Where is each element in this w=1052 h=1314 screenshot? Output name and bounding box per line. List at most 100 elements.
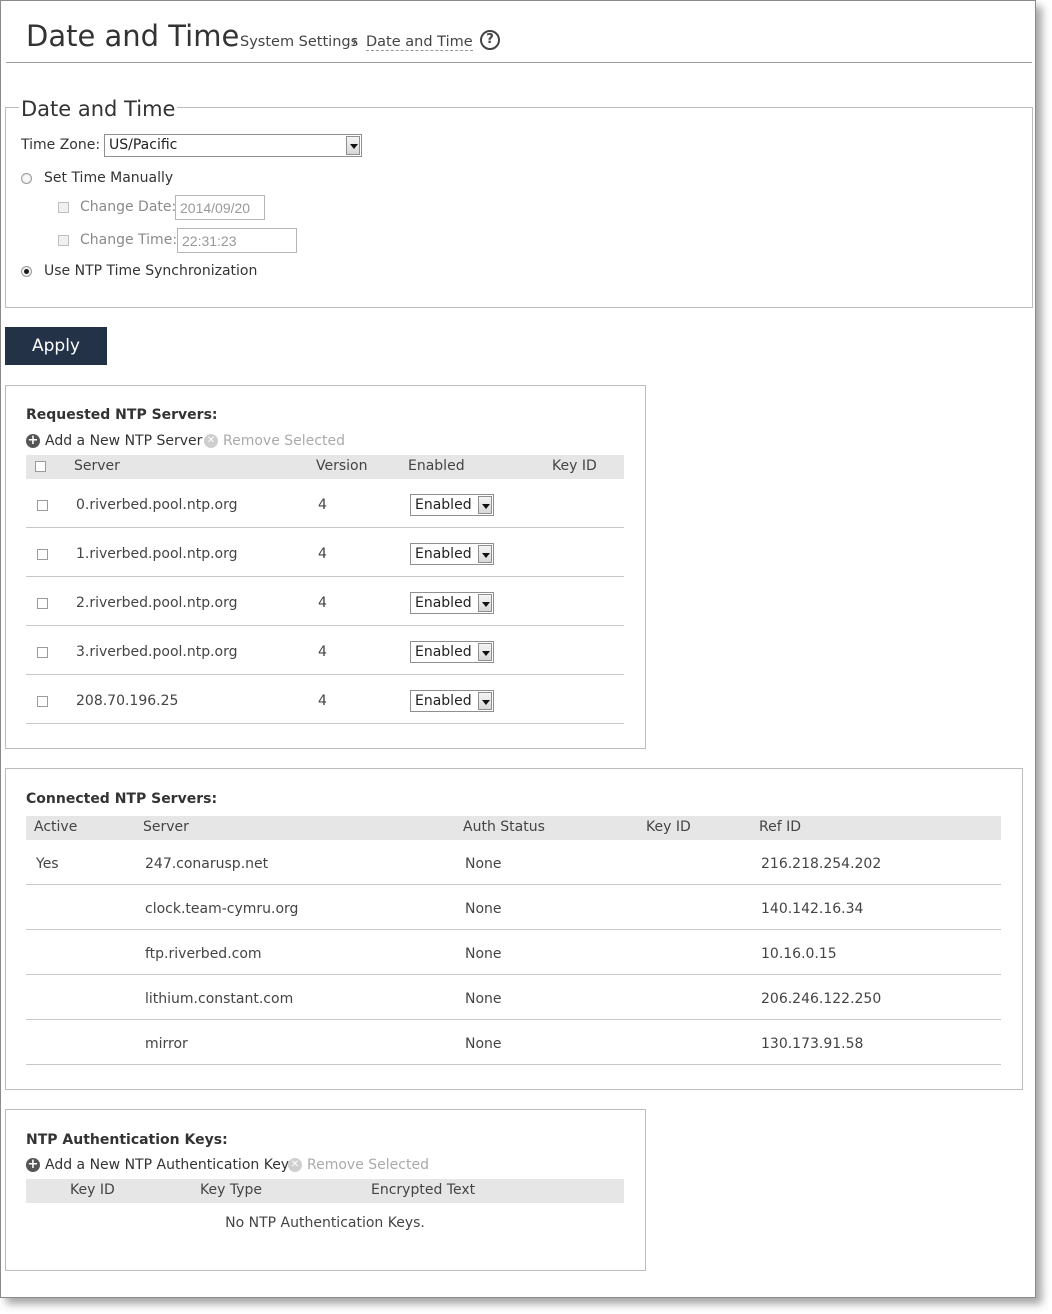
- add-circle-icon[interactable]: +: [26, 434, 40, 448]
- time-zone-value: US/Pacific: [109, 137, 178, 153]
- row-divider: [26, 576, 624, 577]
- change-time-input[interactable]: [177, 228, 297, 253]
- chevron-down-icon: [478, 643, 492, 661]
- apply-button[interactable]: Apply: [5, 327, 107, 365]
- server-name: 208.70.196.25: [76, 693, 179, 709]
- time-zone-select[interactable]: US/Pacific: [104, 134, 362, 157]
- date-time-legend: Date and Time: [19, 97, 178, 121]
- row-checkbox[interactable]: [37, 500, 48, 511]
- column-header-active: Active: [34, 819, 78, 835]
- chevron-down-icon: [478, 545, 492, 563]
- active-value: Yes: [36, 856, 59, 872]
- change-time-label: Change Time:: [80, 232, 178, 248]
- enabled-value: Enabled: [415, 644, 472, 660]
- window-frame: Date and Time System Settings › Date and…: [0, 0, 1036, 1298]
- server-version: 4: [318, 644, 327, 660]
- breadcrumb-parent[interactable]: System Settings: [240, 34, 358, 50]
- row-divider: [26, 674, 624, 675]
- server-name: ftp.riverbed.com: [145, 946, 262, 962]
- enabled-value: Enabled: [415, 595, 472, 611]
- change-date-input[interactable]: [175, 195, 265, 220]
- column-header-key-id: Key ID: [70, 1182, 115, 1198]
- help-icon[interactable]: ?: [480, 30, 500, 50]
- row-divider: [26, 884, 1001, 885]
- server-name: mirror: [145, 1036, 188, 1052]
- column-header-server: Server: [74, 458, 120, 474]
- server-name: clock.team-cymru.org: [145, 901, 299, 917]
- server-name: 3.riverbed.pool.ntp.org: [76, 644, 238, 660]
- add-auth-key-link[interactable]: Add a New NTP Authentication Key: [45, 1157, 289, 1173]
- auth-status: None: [465, 991, 502, 1007]
- enabled-value: Enabled: [415, 497, 472, 513]
- column-header-server: Server: [143, 819, 189, 835]
- enabled-value: Enabled: [415, 693, 472, 709]
- chevron-down-icon: [478, 594, 492, 612]
- auth-keys-title: NTP Authentication Keys:: [26, 1132, 228, 1148]
- ref-id: 206.246.122.250: [761, 991, 882, 1007]
- change-date-label: Change Date:: [80, 199, 177, 215]
- ref-id: 10.16.0.15: [761, 946, 837, 962]
- auth-keys-table-header: [26, 1179, 624, 1203]
- chevron-down-icon: [346, 136, 360, 155]
- server-name: 247.conarusp.net: [145, 856, 269, 872]
- auth-status: None: [465, 901, 502, 917]
- requested-servers-title: Requested NTP Servers:: [26, 407, 218, 423]
- change-time-checkbox[interactable]: [58, 235, 69, 246]
- breadcrumb-current[interactable]: Date and Time: [366, 34, 473, 51]
- row-divider: [26, 974, 1001, 975]
- enabled-value: Enabled: [415, 546, 472, 562]
- auth-status: None: [465, 856, 502, 872]
- auth-status: None: [465, 946, 502, 962]
- auth-status: None: [465, 1036, 502, 1052]
- add-ntp-server-link[interactable]: Add a New NTP Server: [45, 433, 202, 449]
- row-checkbox[interactable]: [37, 647, 48, 658]
- server-version: 4: [318, 497, 327, 513]
- ref-id: 216.218.254.202: [761, 856, 882, 872]
- row-divider: [26, 625, 624, 626]
- column-header-enabled: Enabled: [408, 458, 465, 474]
- enabled-select[interactable]: Enabled: [410, 494, 494, 516]
- row-checkbox[interactable]: [37, 549, 48, 560]
- column-header-encrypted-text: Encrypted Text: [371, 1182, 476, 1198]
- server-version: 4: [318, 595, 327, 611]
- server-name: 2.riverbed.pool.ntp.org: [76, 595, 238, 611]
- chevron-down-icon: [478, 692, 492, 710]
- page-title: Date and Time: [26, 19, 240, 53]
- server-name: 0.riverbed.pool.ntp.org: [76, 497, 238, 513]
- header-divider: [6, 62, 1032, 63]
- enabled-select[interactable]: Enabled: [410, 690, 494, 712]
- time-zone-label: Time Zone:: [21, 137, 101, 153]
- column-header-key-id: Key ID: [646, 819, 691, 835]
- breadcrumb-separator-icon: ›: [352, 34, 358, 50]
- breadcrumb-current-label: Date and Time: [366, 34, 473, 51]
- set-manually-label: Set Time Manually: [44, 170, 174, 186]
- remove-selected-link: Remove Selected: [223, 433, 345, 449]
- server-name: 1.riverbed.pool.ntp.org: [76, 546, 238, 562]
- row-checkbox[interactable]: [37, 696, 48, 707]
- select-all-checkbox[interactable]: [35, 461, 46, 472]
- row-divider: [26, 1019, 1001, 1020]
- empty-keys-message: No NTP Authentication Keys.: [225, 1215, 425, 1231]
- ref-id: 130.173.91.58: [761, 1036, 864, 1052]
- ref-id: 140.142.16.34: [761, 901, 864, 917]
- server-version: 4: [318, 693, 327, 709]
- column-header-version: Version: [316, 458, 368, 474]
- row-divider: [26, 527, 624, 528]
- enabled-select[interactable]: Enabled: [410, 543, 494, 565]
- column-header-key-type: Key Type: [200, 1182, 262, 1198]
- change-date-checkbox[interactable]: [58, 202, 69, 213]
- connected-servers-title: Connected NTP Servers:: [26, 791, 218, 807]
- row-divider: [26, 929, 1001, 930]
- remove-selected-keys-link: Remove Selected: [307, 1157, 429, 1173]
- add-circle-icon[interactable]: +: [26, 1158, 40, 1172]
- enabled-select[interactable]: Enabled: [410, 592, 494, 614]
- column-header-key-id: Key ID: [552, 458, 597, 474]
- row-divider: [26, 723, 624, 724]
- row-checkbox[interactable]: [37, 598, 48, 609]
- column-header-ref-id: Ref ID: [759, 819, 801, 835]
- chevron-down-icon: [478, 496, 492, 514]
- enabled-select[interactable]: Enabled: [410, 641, 494, 663]
- row-divider: [26, 1064, 1001, 1065]
- ntp-sync-radio[interactable]: [21, 266, 32, 277]
- set-manually-radio[interactable]: [21, 173, 32, 184]
